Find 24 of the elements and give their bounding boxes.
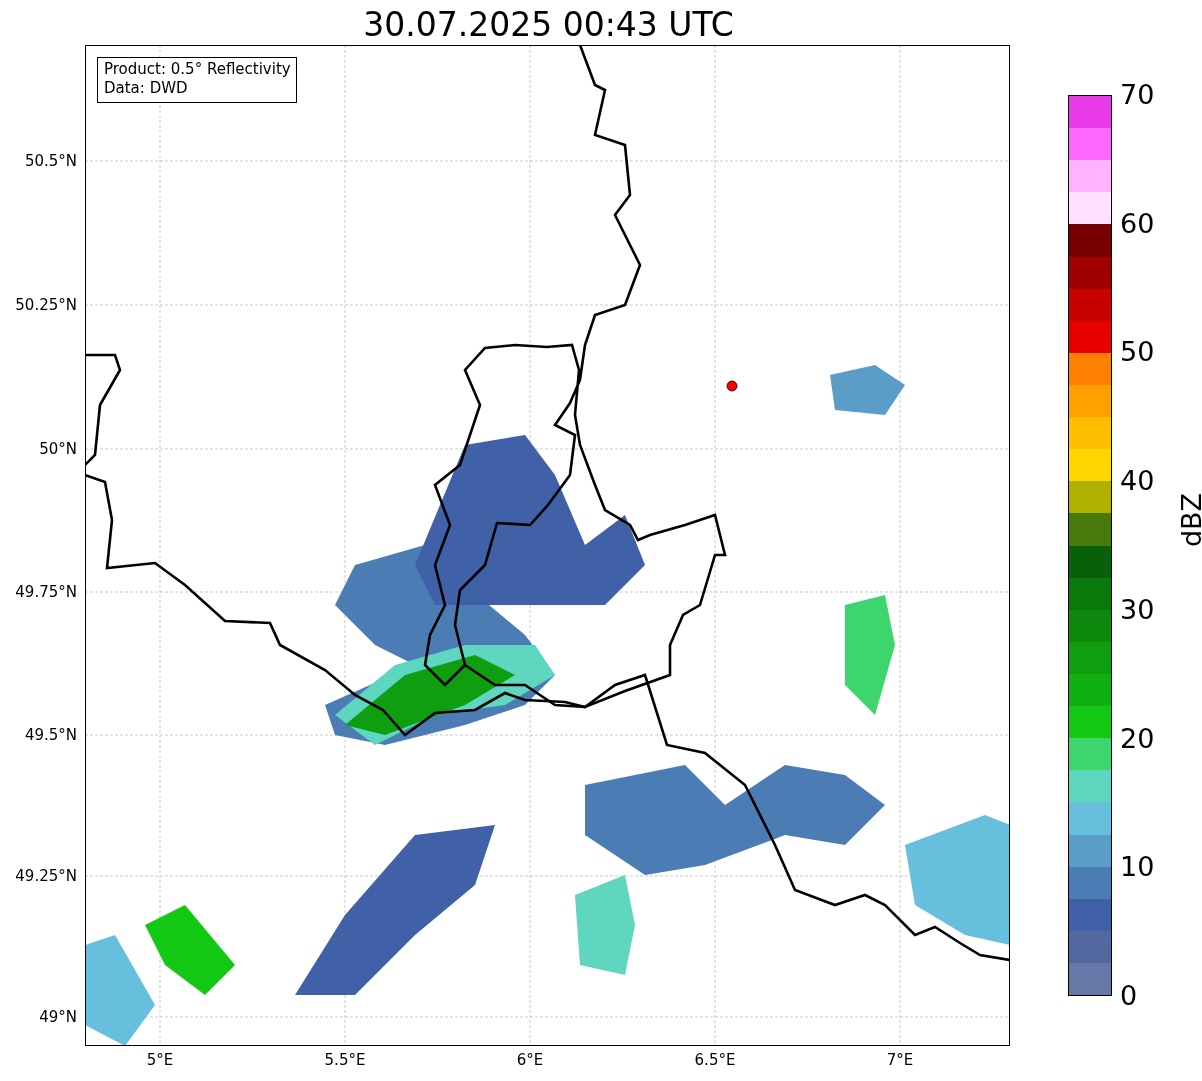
colorbar-tick-label: 20: [1120, 721, 1155, 756]
tick-label: 49.75°N: [15, 583, 77, 601]
colorbar-tick-label: 0: [1120, 978, 1138, 1013]
colorbar-tick-label: 10: [1120, 850, 1155, 885]
tick-label: 49.5°N: [24, 726, 77, 744]
tick-label: 49°N: [39, 1008, 77, 1026]
legend-text: Data: DWD: [104, 79, 189, 98]
colorbar-label: dBZ: [1175, 492, 1202, 548]
colorbar-tick-label: 30: [1120, 592, 1155, 627]
tick-label: 7°E: [885, 1051, 915, 1069]
legend-text: Product: 0.5° Reflectivity: [104, 60, 291, 79]
chart-title: 30.07.2025 00:43 UTC: [362, 4, 735, 45]
tick-label: 50.25°N: [15, 296, 77, 314]
tick-label: 6°E: [515, 1051, 545, 1069]
tick-label: 50°N: [39, 440, 77, 458]
tick-label: 49.25°N: [15, 867, 77, 885]
tick-label: 5°E: [145, 1051, 175, 1069]
colorbar-tick-label: 70: [1120, 78, 1155, 112]
colorbar-tick-label: 50: [1120, 335, 1155, 370]
tick-label: 6.5°E: [693, 1051, 737, 1069]
tick-label: 50.5°N: [24, 152, 77, 170]
tick-label: 5.5°E: [323, 1051, 367, 1069]
colorbar-tick-label: 60: [1120, 206, 1155, 241]
colorbar-tick-label: 40: [1120, 464, 1155, 499]
